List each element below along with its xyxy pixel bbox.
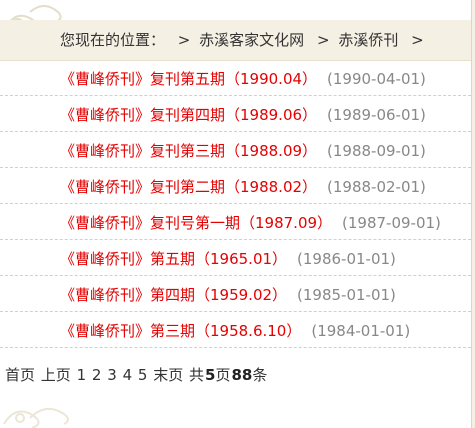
pager-first-link[interactable]: 首页	[5, 366, 35, 384]
list-item: 《曹峰侨刊》复刊第五期（1990.04） (1990-04-01)	[0, 60, 471, 96]
breadcrumb-separator: >	[177, 31, 191, 49]
article-link[interactable]: 《曹峰侨刊》复刊第五期（1990.04）	[60, 70, 317, 88]
pager-page-link[interactable]: 4	[123, 366, 133, 384]
article-link[interactable]: 《曹峰侨刊》复刊第三期（1988.09）	[60, 142, 317, 160]
page: 您现在的位置： > 赤溪客家文化网 > 赤溪侨刊 > 《曹峰侨刊》复刊第五期（1…	[0, 0, 475, 428]
pager-items-unit: 条	[252, 366, 268, 384]
breadcrumb-separator: >	[411, 31, 424, 49]
pager-total-pages: 5	[205, 366, 216, 384]
list-item: 《曹峰侨刊》复刊第二期（1988.02） (1988-02-01)	[0, 168, 471, 204]
article-date: (1985-01-01)	[297, 286, 396, 304]
article-date: (1984-01-01)	[311, 322, 411, 340]
pager-last-link[interactable]: 末页	[153, 366, 183, 384]
pager-page-link[interactable]: 3	[107, 366, 117, 384]
list-item: 《曹峰侨刊》复刊第四期（1989.06） (1989-06-01)	[0, 96, 471, 132]
article-date: (1987-09-01)	[342, 214, 441, 232]
pager-total-items: 88	[231, 366, 253, 384]
breadcrumb: 您现在的位置： > 赤溪客家文化网 > 赤溪侨刊 >	[60, 29, 428, 50]
pagination: 首页 上页 1 2 3 4 5 末页 共5页88条	[5, 364, 268, 385]
list-item: 《曹峰侨刊》复刊第三期（1988.09） (1988-09-01)	[0, 132, 471, 168]
pager-page-link[interactable]: 2	[92, 366, 102, 384]
breadcrumb-bar: 您现在的位置： > 赤溪客家文化网 > 赤溪侨刊 >	[0, 20, 471, 61]
breadcrumb-link-qiaokan[interactable]: 赤溪侨刊	[338, 31, 398, 49]
list-item: 《曹峰侨刊》第四期（1959.02） (1985-01-01)	[0, 276, 471, 312]
breadcrumb-link-home[interactable]: 赤溪客家文化网	[199, 31, 304, 49]
article-link[interactable]: 《曹峰侨刊》复刊第二期（1988.02）	[60, 178, 317, 196]
cloud-ornament-icon	[3, 407, 69, 428]
breadcrumb-separator: >	[316, 31, 330, 49]
article-link[interactable]: 《曹峰侨刊》第三期（1958.6.10）	[60, 322, 301, 340]
list-item: 《曹峰侨刊》第三期（1958.6.10） (1984-01-01)	[0, 312, 471, 348]
article-link[interactable]: 《曹峰侨刊》复刊第四期（1989.06）	[60, 106, 317, 124]
article-date: (1988-09-01)	[327, 142, 426, 160]
content-panel: 您现在的位置： > 赤溪客家文化网 > 赤溪侨刊 > 《曹峰侨刊》复刊第五期（1…	[0, 0, 472, 428]
breadcrumb-prefix: 您现在的位置：	[60, 31, 166, 49]
article-date: (1990-04-01)	[327, 70, 426, 88]
list-item: 《曹峰侨刊》复刊号第一期（1987.09） (1987-09-01)	[0, 204, 471, 240]
pager-prev-link[interactable]: 上页	[41, 366, 71, 384]
article-link[interactable]: 《曹峰侨刊》第五期（1965.01）	[60, 250, 287, 268]
list-item: 《曹峰侨刊》第五期（1965.01） (1986-01-01)	[0, 240, 471, 276]
pager-total-prefix: 共	[189, 366, 205, 384]
article-date: (1989-06-01)	[327, 106, 426, 124]
article-link[interactable]: 《曹峰侨刊》第四期（1959.02）	[60, 286, 287, 304]
article-list: 《曹峰侨刊》复刊第五期（1990.04） (1990-04-01) 《曹峰侨刊》复…	[0, 60, 471, 348]
pager-page-link[interactable]: 1	[77, 366, 87, 384]
article-date: (1988-02-01)	[327, 178, 426, 196]
pager-pages-unit: 页	[215, 366, 231, 384]
article-link[interactable]: 《曹峰侨刊》复刊号第一期（1987.09）	[60, 214, 332, 232]
pager-page-link[interactable]: 5	[138, 366, 148, 384]
article-date: (1986-01-01)	[297, 250, 396, 268]
